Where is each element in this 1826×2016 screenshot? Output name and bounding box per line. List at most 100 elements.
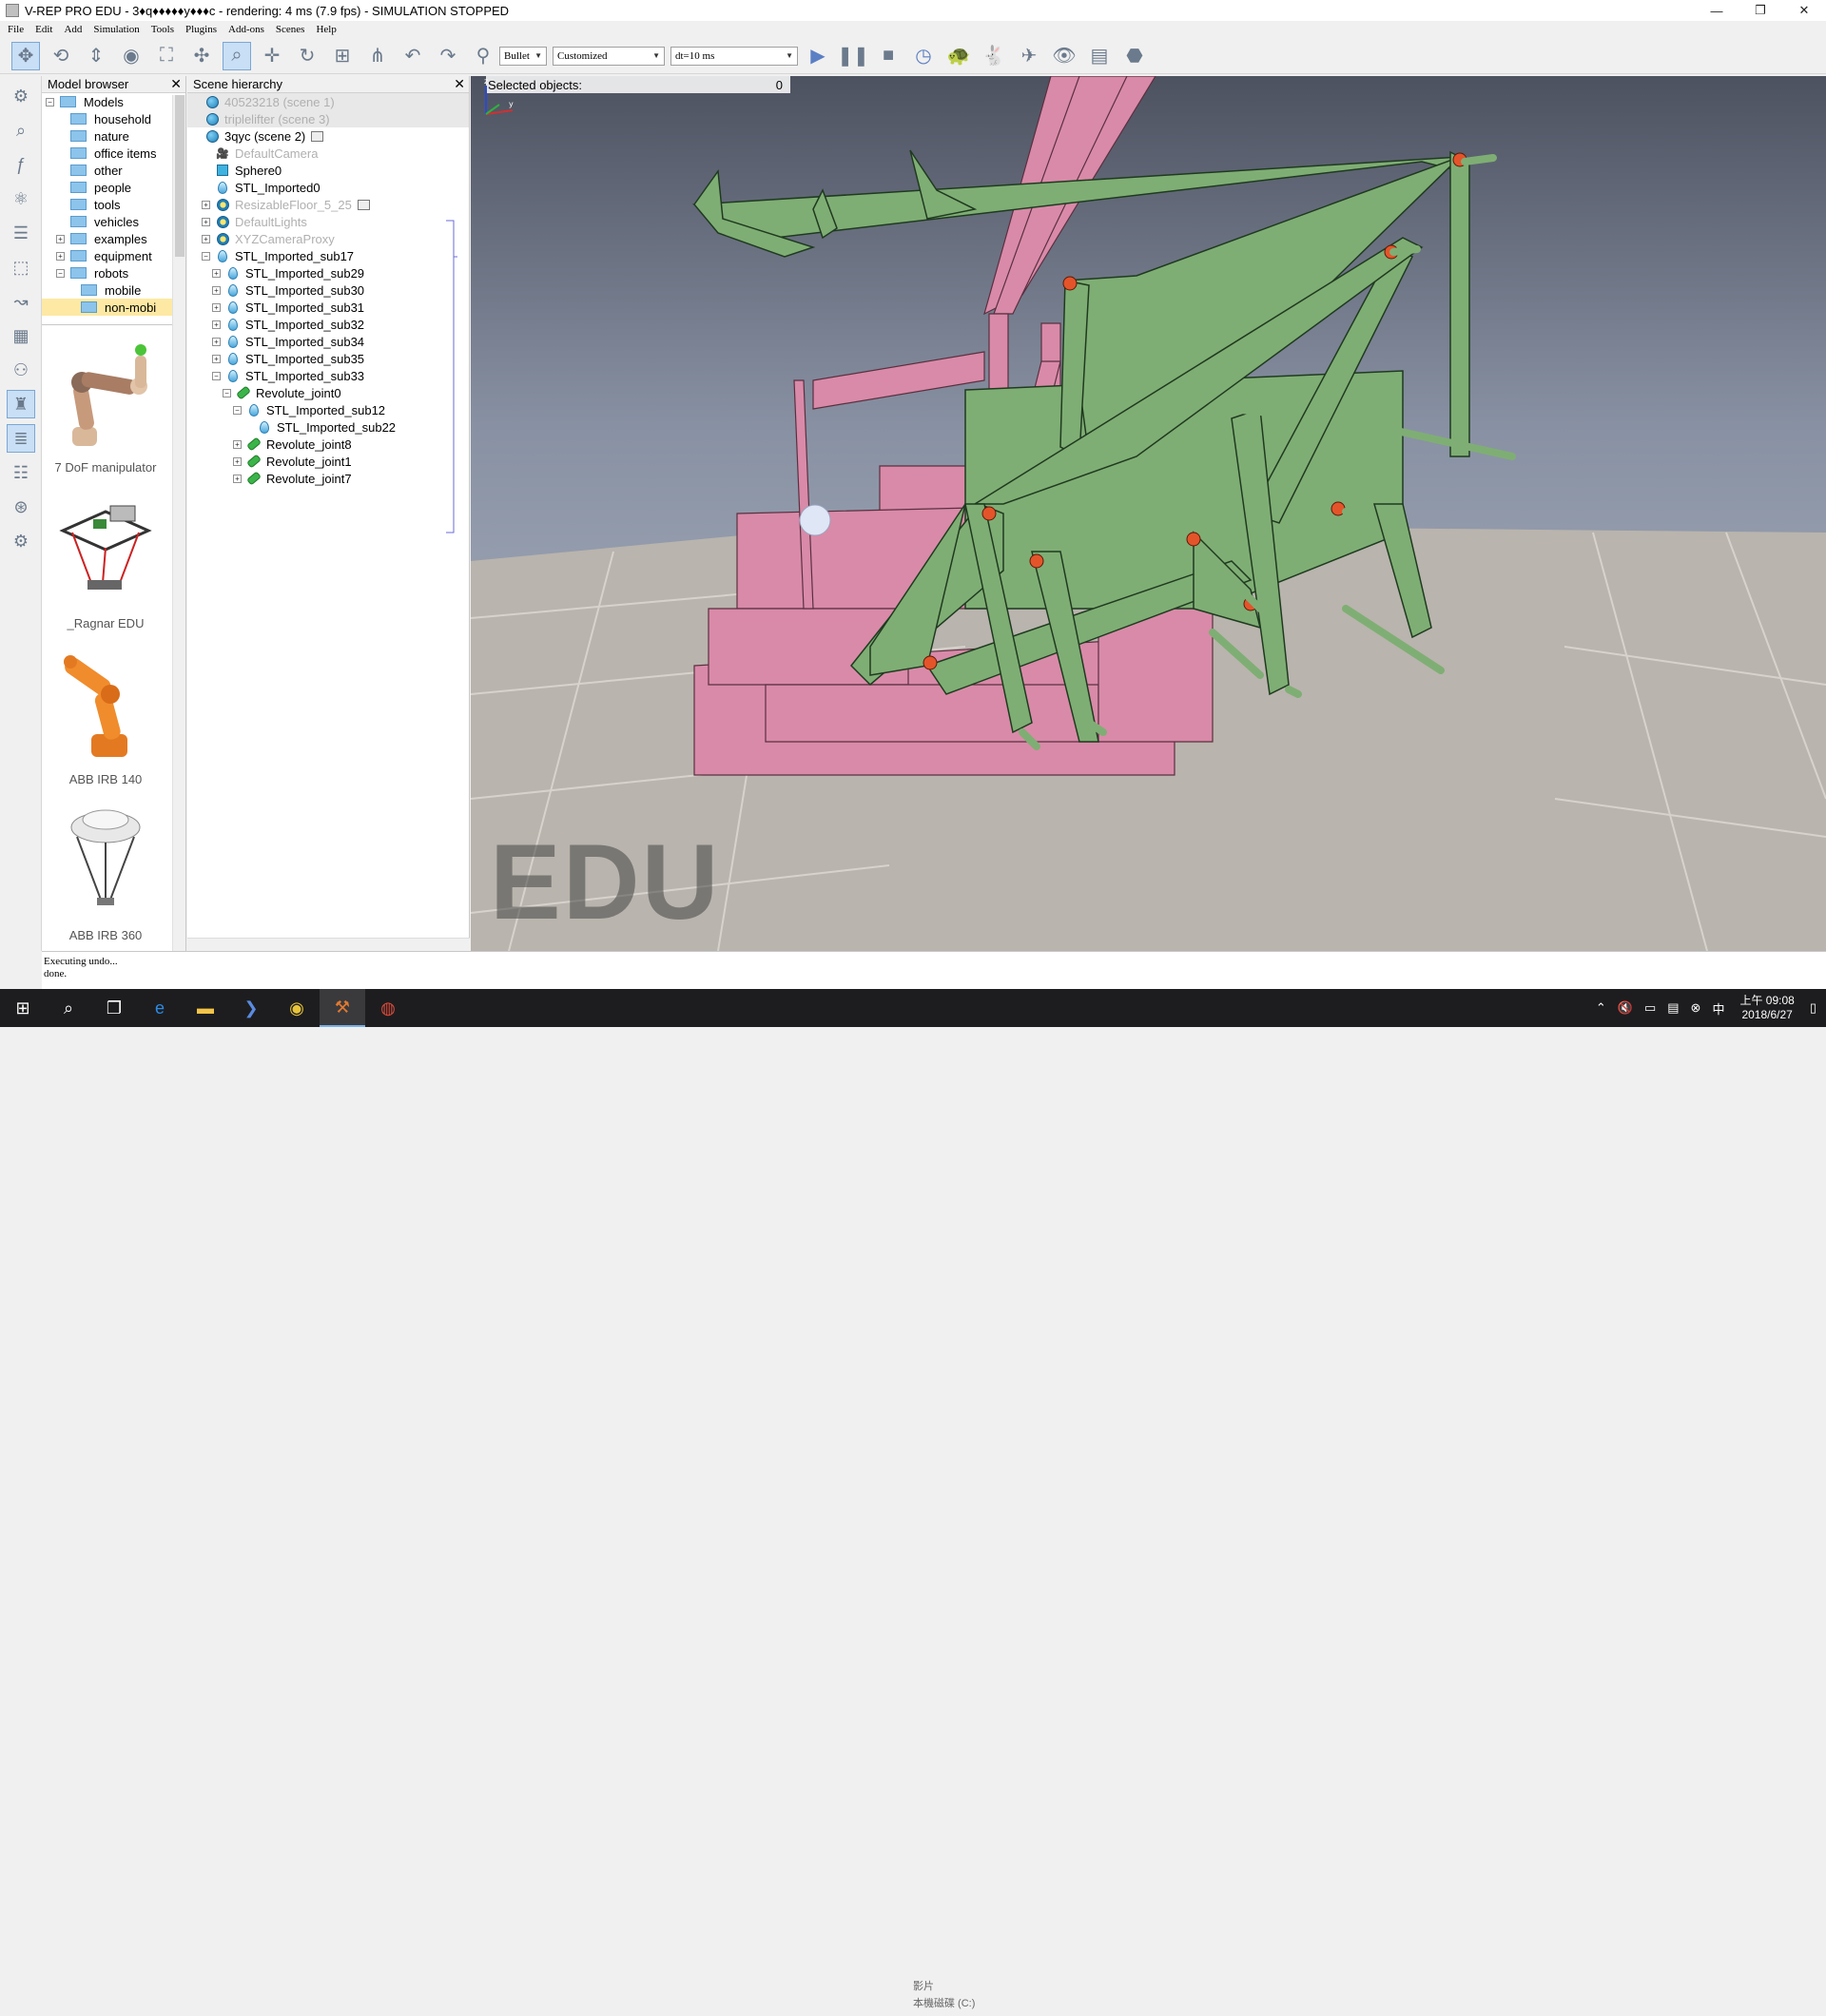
collapse-icon[interactable]: − (223, 388, 231, 397)
start-simulation-icon[interactable]: ▶ (804, 42, 832, 70)
search-icon[interactable]: ⌕ (46, 989, 91, 1027)
model-thumbnail[interactable]: 7 DoF manipulator (42, 326, 169, 482)
object-shift-icon[interactable]: ✛ (258, 42, 286, 70)
selection-icon[interactable]: ⚇ (7, 356, 35, 384)
pause-simulation-icon[interactable]: ❚❚ (837, 42, 869, 70)
hierarchy-item[interactable]: STL_Imported0 (187, 179, 469, 196)
realtime-icon[interactable]: ◷ (909, 42, 938, 70)
simulation-settings-icon[interactable]: ⚙ (7, 82, 35, 110)
redo-icon[interactable]: ↷ (434, 42, 462, 70)
folder-item[interactable]: other (42, 162, 185, 179)
collapse-icon[interactable]: − (202, 251, 210, 261)
folder-item[interactable]: vehicles (42, 213, 185, 230)
hierarchy-item[interactable]: + ResizableFloor_5_25 (187, 196, 469, 213)
folder-item[interactable]: tools (42, 196, 185, 213)
menu-plugins[interactable]: Plugins (185, 24, 217, 35)
start-icon[interactable]: ⊞ (0, 989, 46, 1027)
timestep-select[interactable]: dt=10 ms ▼ (670, 46, 798, 66)
assemble-icon[interactable]: ⊞ (328, 42, 357, 70)
folder-item[interactable]: − Models (42, 93, 185, 110)
input-method-icon[interactable]: 中 (1712, 999, 1724, 1018)
menu-simulation[interactable]: Simulation (93, 24, 139, 35)
hierarchy-item[interactable]: + Revolute_joint1 (187, 453, 469, 470)
hierarchy-item[interactable]: + STL_Imported_sub31 (187, 299, 469, 316)
scene-icon[interactable]: ▤ (1085, 42, 1114, 70)
collapse-icon[interactable]: − (212, 371, 221, 380)
hierarchy-item[interactable]: − STL_Imported_sub12 (187, 401, 469, 418)
engine-preset-select[interactable]: Customized ▼ (553, 46, 665, 66)
shape-edit-icon[interactable]: ⬚ (7, 253, 35, 281)
stop-simulation-icon[interactable]: ■ (874, 42, 903, 70)
object-rotate-icon[interactable]: ↻ (293, 42, 321, 70)
expand-icon[interactable]: + (202, 234, 210, 243)
visualization-icon[interactable]: 👁 (1050, 42, 1078, 70)
expand-icon[interactable]: + (56, 234, 65, 243)
script-icon[interactable] (311, 130, 324, 142)
menu-edit[interactable]: Edit (35, 24, 52, 35)
path-edit-icon[interactable]: ↝ (7, 287, 35, 316)
menu-help[interactable]: Help (316, 24, 336, 35)
click-select-icon[interactable]: ⌕ (223, 41, 251, 70)
script-icon[interactable] (357, 199, 370, 210)
expand-icon[interactable]: + (56, 251, 65, 261)
slower-icon[interactable]: 🐢 (944, 42, 973, 70)
restore-icon[interactable]: ❐ (1739, 0, 1782, 21)
dynamics-icon[interactable]: ⚲ (469, 42, 497, 70)
model-thumbnail[interactable]: ABB IRB 140 (42, 638, 169, 794)
task-view-icon[interactable]: ❐ (91, 989, 137, 1027)
expand-icon[interactable]: + (212, 302, 221, 312)
folder-item[interactable]: + equipment (42, 247, 185, 264)
edge-icon[interactable]: e (137, 989, 183, 1027)
close-icon[interactable]: ✕ (454, 76, 465, 92)
hierarchy-item[interactable]: + STL_Imported_sub34 (187, 333, 469, 350)
scrollbar-thumb[interactable] (175, 95, 185, 257)
expand-icon[interactable]: + (212, 337, 221, 346)
hierarchy-item[interactable]: + STL_Imported_sub29 (187, 264, 469, 281)
collections-icon[interactable]: ▦ (7, 321, 35, 350)
function-icon[interactable]: ƒ (7, 150, 35, 179)
fit-to-view-icon[interactable]: ⛶ (152, 42, 181, 70)
video-recorder-icon[interactable]: ⊛ (7, 493, 35, 521)
thread-rendering-icon[interactable]: ✈ (1015, 42, 1043, 70)
hierarchy-item[interactable]: + STL_Imported_sub32 (187, 316, 469, 333)
app-icon[interactable]: ◍ (365, 989, 411, 1027)
folder-item[interactable]: − robots (42, 264, 185, 281)
antivirus-icon[interactable]: ⊗ (1691, 1000, 1701, 1016)
model-thumbnail[interactable]: _Ragnar EDU (42, 482, 169, 638)
volume-icon[interactable]: 🔇 (1618, 1000, 1633, 1016)
page-selector-icon[interactable]: ⬣ (1120, 42, 1149, 70)
menu-tools[interactable]: Tools (151, 24, 174, 35)
expand-icon[interactable]: + (233, 456, 242, 466)
expand-icon[interactable]: + (202, 217, 210, 226)
folder-item[interactable]: household (42, 110, 185, 127)
hierarchy-item[interactable]: STL_Imported_sub22 (187, 418, 469, 436)
notification-icon[interactable]: ▤ (1667, 1000, 1679, 1016)
collapse-icon[interactable]: − (56, 268, 65, 278)
explorer-icon[interactable]: ▬ (183, 989, 228, 1027)
folder-item[interactable]: mobile (42, 281, 185, 299)
transfer-dna-icon[interactable]: ⋔ (363, 42, 392, 70)
vrep-icon[interactable]: ⚒ (320, 989, 365, 1027)
powershell-icon[interactable]: ❯ (228, 989, 274, 1027)
menu-scenes[interactable]: Scenes (276, 24, 305, 35)
hierarchy-item[interactable]: − Revolute_joint0 (187, 384, 469, 401)
hierarchy-item[interactable]: 🎥 DefaultCamera (187, 145, 469, 162)
camera-rotate-icon[interactable]: ⟲ (47, 42, 75, 70)
faster-icon[interactable]: 🐇 (980, 42, 1008, 70)
hierarchy-item[interactable]: Sphere0 (187, 162, 469, 179)
camera-shift-icon[interactable]: ⇕ (82, 42, 110, 70)
manipulate-icon[interactable]: ✣ (187, 42, 216, 70)
minimize-icon[interactable]: — (1695, 0, 1739, 21)
collapse-icon[interactable]: − (233, 405, 242, 415)
camera-pan-icon[interactable]: ✥ (11, 41, 40, 70)
hierarchy-item[interactable]: + Revolute_joint8 (187, 436, 469, 453)
hierarchy-item[interactable]: − STL_Imported_sub17 (187, 247, 469, 264)
close-icon[interactable]: ✕ (170, 76, 182, 92)
hierarchy-item[interactable]: + STL_Imported_sub30 (187, 281, 469, 299)
model-browser-toggle-icon[interactable]: ♜ (7, 390, 35, 418)
action-center-icon[interactable]: ▯ (1810, 1000, 1816, 1016)
zoom-icon[interactable]: ⌕ (7, 116, 35, 145)
hierarchy-item[interactable]: − STL_Imported_sub33 (187, 367, 469, 384)
expand-icon[interactable]: + (202, 200, 210, 209)
physics-engine-select[interactable]: Bullet ▼ (499, 46, 547, 66)
